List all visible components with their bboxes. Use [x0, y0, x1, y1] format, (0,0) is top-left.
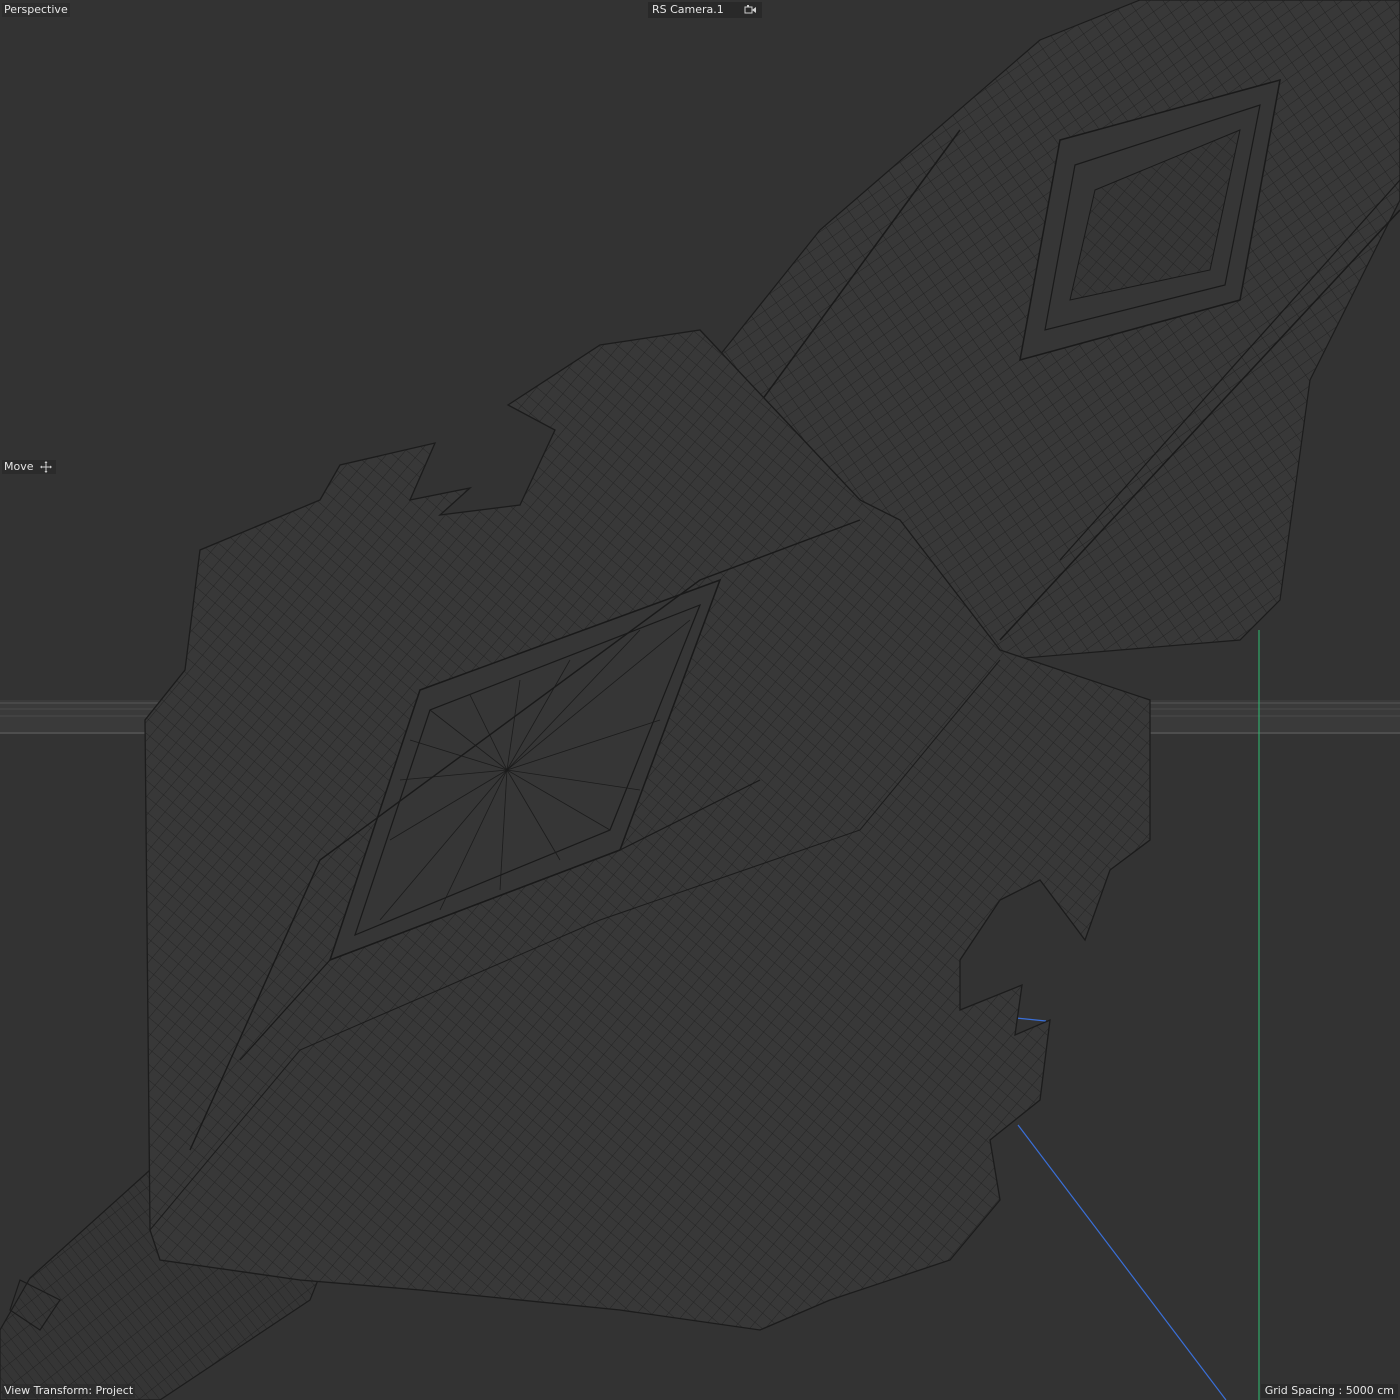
x-axis-stub — [1015, 1017, 1047, 1022]
camera-link-icon[interactable] — [744, 4, 758, 16]
view-name-label[interactable]: Perspective — [2, 3, 70, 17]
active-tool-indicator[interactable]: Move — [2, 460, 56, 474]
z-axis-line — [1017, 1124, 1227, 1400]
camera-selector[interactable]: RS Camera.1 — [648, 2, 762, 18]
camera-name-label: RS Camera.1 — [652, 3, 724, 16]
active-tool-label: Move — [4, 460, 34, 473]
viewport-scene[interactable] — [0, 0, 1400, 1400]
grid-spacing-label: Grid Spacing : 5000 cm — [1260, 1384, 1398, 1398]
3d-viewport[interactable]: Perspective RS Camera.1 Move View Transf… — [0, 0, 1400, 1400]
move-arrows-icon — [39, 461, 52, 473]
view-transform-label: View Transform: Project — [2, 1384, 136, 1398]
